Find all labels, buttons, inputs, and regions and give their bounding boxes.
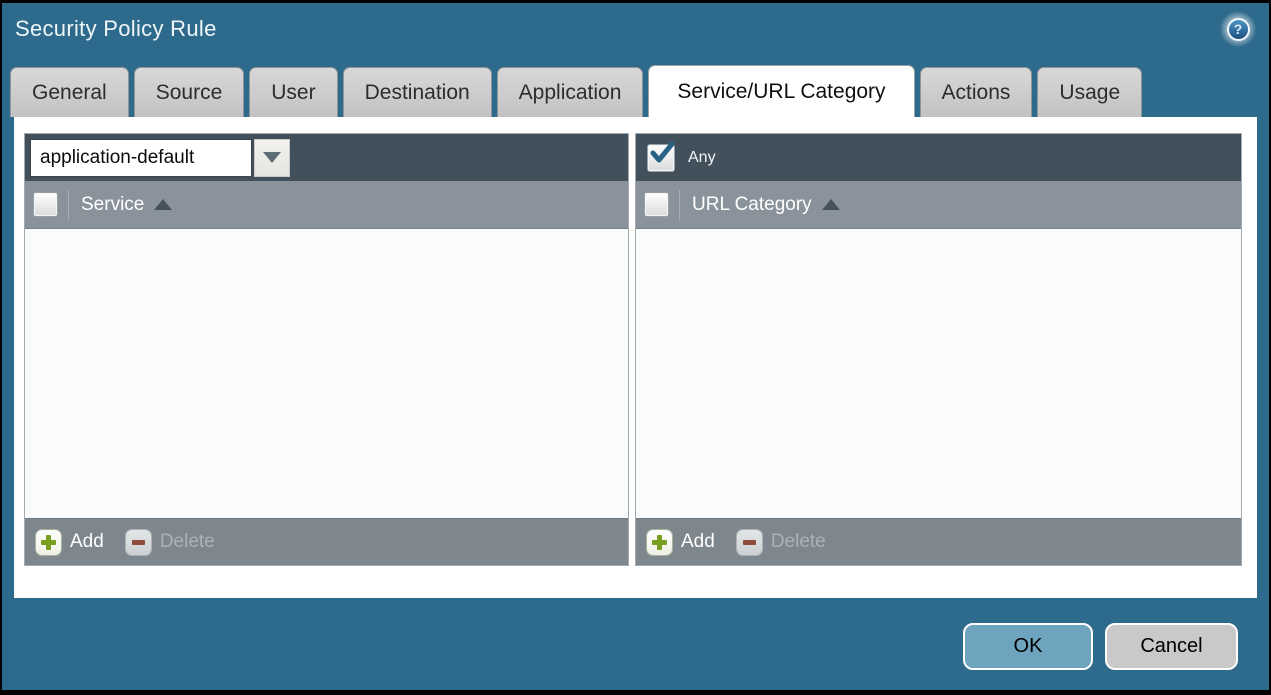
question-mark-icon: ? [1226, 17, 1250, 41]
column-separator [679, 189, 680, 220]
url-category-panel: Any URL Category Add Delete [635, 133, 1242, 566]
service-column-header-row: Service [25, 181, 628, 229]
tab-general[interactable]: General [10, 67, 129, 117]
service-type-selector-value[interactable]: application-default [30, 138, 252, 177]
chevron-down-icon [263, 152, 281, 163]
tab-user[interactable]: User [249, 67, 338, 117]
security-policy-rule-dialog: Security Policy Rule ? General Source Us… [0, 0, 1271, 695]
service-panel-toolbar: application-default [25, 134, 628, 181]
check-icon [650, 141, 675, 162]
select-all-services-checkbox[interactable] [34, 193, 57, 216]
any-label: Any [688, 148, 716, 166]
delete-service-button[interactable]: Delete [125, 529, 215, 555]
cancel-button[interactable]: Cancel [1105, 623, 1238, 670]
ok-button[interactable]: OK [963, 623, 1093, 670]
plus-icon [647, 529, 672, 555]
tab-destination[interactable]: Destination [342, 67, 492, 117]
any-checkbox[interactable] [648, 141, 675, 171]
url-category-list [636, 229, 1241, 518]
url-category-panel-toolbar: Any [636, 134, 1241, 181]
tab-content-area: application-default Service Add Delete A… [14, 117, 1257, 598]
service-column-header[interactable]: Service [81, 194, 144, 216]
plus-icon [36, 529, 61, 555]
sort-ascending-icon[interactable] [821, 199, 840, 210]
service-type-selector-dropdown-button[interactable] [254, 138, 290, 177]
column-separator [68, 189, 69, 220]
tab-source[interactable]: Source [133, 67, 245, 117]
select-all-url-categories-checkbox[interactable] [645, 193, 668, 216]
add-url-category-button[interactable]: Add [647, 529, 715, 555]
tab-usage[interactable]: Usage [1037, 67, 1143, 117]
url-category-column-header[interactable]: URL Category [692, 194, 812, 216]
delete-url-category-button[interactable]: Delete [736, 529, 826, 555]
service-panel-footer: Add Delete [25, 518, 628, 565]
tab-application[interactable]: Application [496, 67, 644, 117]
tab-bar: General Source User Destination Applicat… [10, 65, 1143, 117]
tab-actions[interactable]: Actions [919, 67, 1033, 117]
url-category-column-header-row: URL Category [636, 181, 1241, 229]
sort-ascending-icon[interactable] [154, 199, 173, 210]
tab-service-url-category[interactable]: Service/URL Category [648, 65, 915, 117]
minus-icon [125, 529, 151, 555]
add-service-button[interactable]: Add [36, 529, 104, 555]
minus-icon [736, 529, 762, 555]
dialog-title: Security Policy Rule [15, 16, 217, 41]
url-category-panel-footer: Add Delete [636, 518, 1241, 565]
service-panel: application-default Service Add Delete [24, 133, 629, 566]
help-icon[interactable]: ? [1220, 11, 1256, 47]
service-type-selector[interactable]: application-default [30, 138, 290, 177]
service-list [25, 229, 628, 518]
